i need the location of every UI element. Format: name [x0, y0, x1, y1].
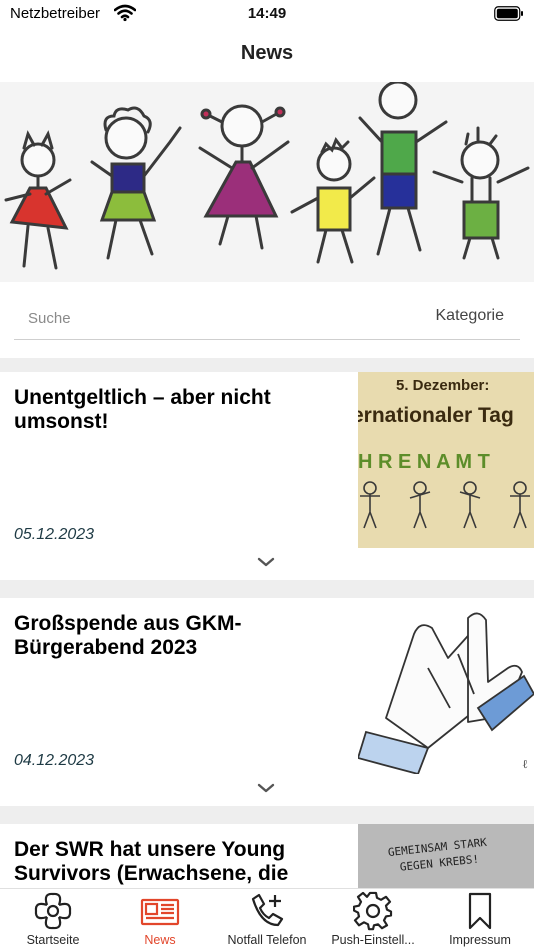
news-card-title: Der SWR hat unsere Young Survivors (Erwa… — [14, 838, 289, 888]
news-card-title: Unentgeltlich – aber nicht umsonst! — [14, 386, 271, 433]
bookmark-icon — [468, 892, 492, 930]
tab-startseite[interactable]: Startseite — [0, 889, 106, 950]
battery-icon — [494, 6, 523, 21]
phone-plus-icon — [251, 893, 284, 927]
thumb-signature: ℓ — [522, 757, 528, 771]
page-title: News — [240, 42, 294, 64]
clock: 14:49 — [247, 5, 287, 22]
news-card-thumbnail: 5. Dezember: ernationaler Tag H R E N A … — [358, 372, 534, 548]
news-card[interactable]: Der SWR hat unsere Young Survivors (Erwa… — [0, 824, 534, 888]
news-card[interactable]: Großspende aus GKM-Bürgerabend 2023 04.1… — [0, 598, 534, 806]
hero-illustration — [0, 82, 534, 282]
tab-push-einstellungen[interactable]: Push-Einstell... — [320, 889, 426, 950]
news-card[interactable]: Unentgeltlich – aber nicht umsonst! 05.1… — [0, 372, 534, 580]
chevron-down-icon[interactable] — [256, 782, 276, 794]
status-bar: Netzbetreiber 14:49 — [0, 0, 534, 30]
gear-icon — [353, 891, 393, 931]
news-card-date: 04.12.2023 — [14, 752, 95, 769]
news-card-thumbnail: GEMEINSAM STARK GEGEN KREBS! — [358, 824, 534, 888]
search-bar: Kategorie — [14, 300, 520, 340]
tab-label: Push-Einstell... — [331, 933, 415, 947]
tab-notfall-telefon[interactable]: Notfall Telefon — [214, 889, 320, 950]
tab-label: Impressum — [449, 933, 511, 947]
news-card-thumbnail: ℓ — [358, 598, 534, 774]
category-dropdown[interactable]: Kategorie — [436, 307, 505, 325]
news-card-title: Großspende aus GKM-Bürgerabend 2023 — [14, 612, 242, 659]
tab-bar: Startseite News Notfall Telefon Push-Ein… — [0, 888, 534, 950]
thumb-text-line1: 5. Dezember: — [396, 377, 489, 394]
flower-icon — [34, 892, 72, 930]
thumb-text-line2: ernationaler Tag — [358, 404, 514, 427]
tab-label: News — [144, 933, 176, 947]
thumb-text-line3: H R E N A M T — [358, 451, 490, 473]
tab-news[interactable]: News — [106, 889, 214, 950]
news-card-date: 05.12.2023 — [14, 526, 95, 543]
tab-label: Startseite — [26, 933, 80, 947]
tab-label: Notfall Telefon — [227, 933, 307, 947]
search-input[interactable] — [14, 304, 314, 332]
chevron-down-icon[interactable] — [256, 556, 276, 568]
newspaper-icon — [140, 898, 180, 926]
tab-impressum[interactable]: Impressum — [426, 889, 534, 950]
news-feed[interactable]: Unentgeltlich – aber nicht umsonst! 05.1… — [0, 358, 534, 888]
